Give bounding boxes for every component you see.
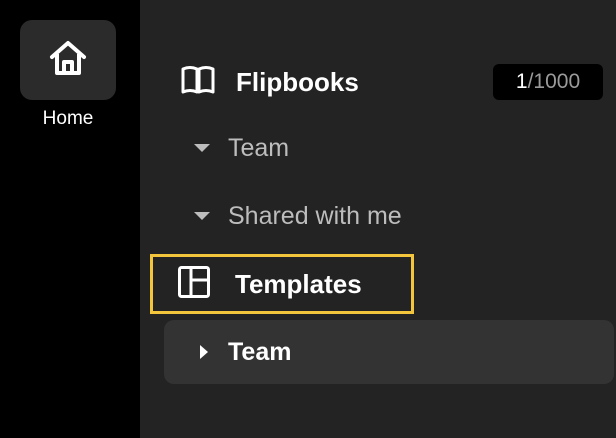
caret-right-icon[interactable]: [200, 345, 208, 359]
open-book-icon: [180, 64, 216, 101]
templates-label: Templates: [235, 268, 362, 299]
caret-down-icon[interactable]: [194, 212, 210, 220]
home-button[interactable]: [20, 20, 116, 100]
flipbooks-item[interactable]: Flipbooks: [180, 62, 359, 102]
templates-team-label: Team: [228, 337, 292, 366]
flipbooks-team-item[interactable]: Team: [194, 128, 289, 168]
templates-team-item[interactable]: Team: [164, 320, 614, 384]
flipbook-count-badge: 1 / 1000: [493, 64, 603, 100]
caret-down-icon[interactable]: [194, 144, 210, 152]
home-icon: [48, 38, 88, 83]
template-layout-icon: [177, 265, 211, 304]
home-label: Home: [42, 108, 94, 129]
left-rail: Home: [0, 0, 140, 438]
shared-with-me-item[interactable]: Shared with me: [194, 196, 402, 236]
flipbooks-label: Flipbooks: [236, 66, 359, 97]
shared-with-me-label: Shared with me: [228, 201, 402, 230]
templates-item[interactable]: Templates: [150, 254, 414, 314]
flipbooks-team-label: Team: [228, 133, 290, 162]
flipbook-count-total: 1000: [533, 70, 581, 93]
navigation-panel: Flipbooks 1 / 1000 Team Shared with me T…: [140, 0, 616, 438]
flipbook-count-current: 1: [515, 70, 528, 93]
